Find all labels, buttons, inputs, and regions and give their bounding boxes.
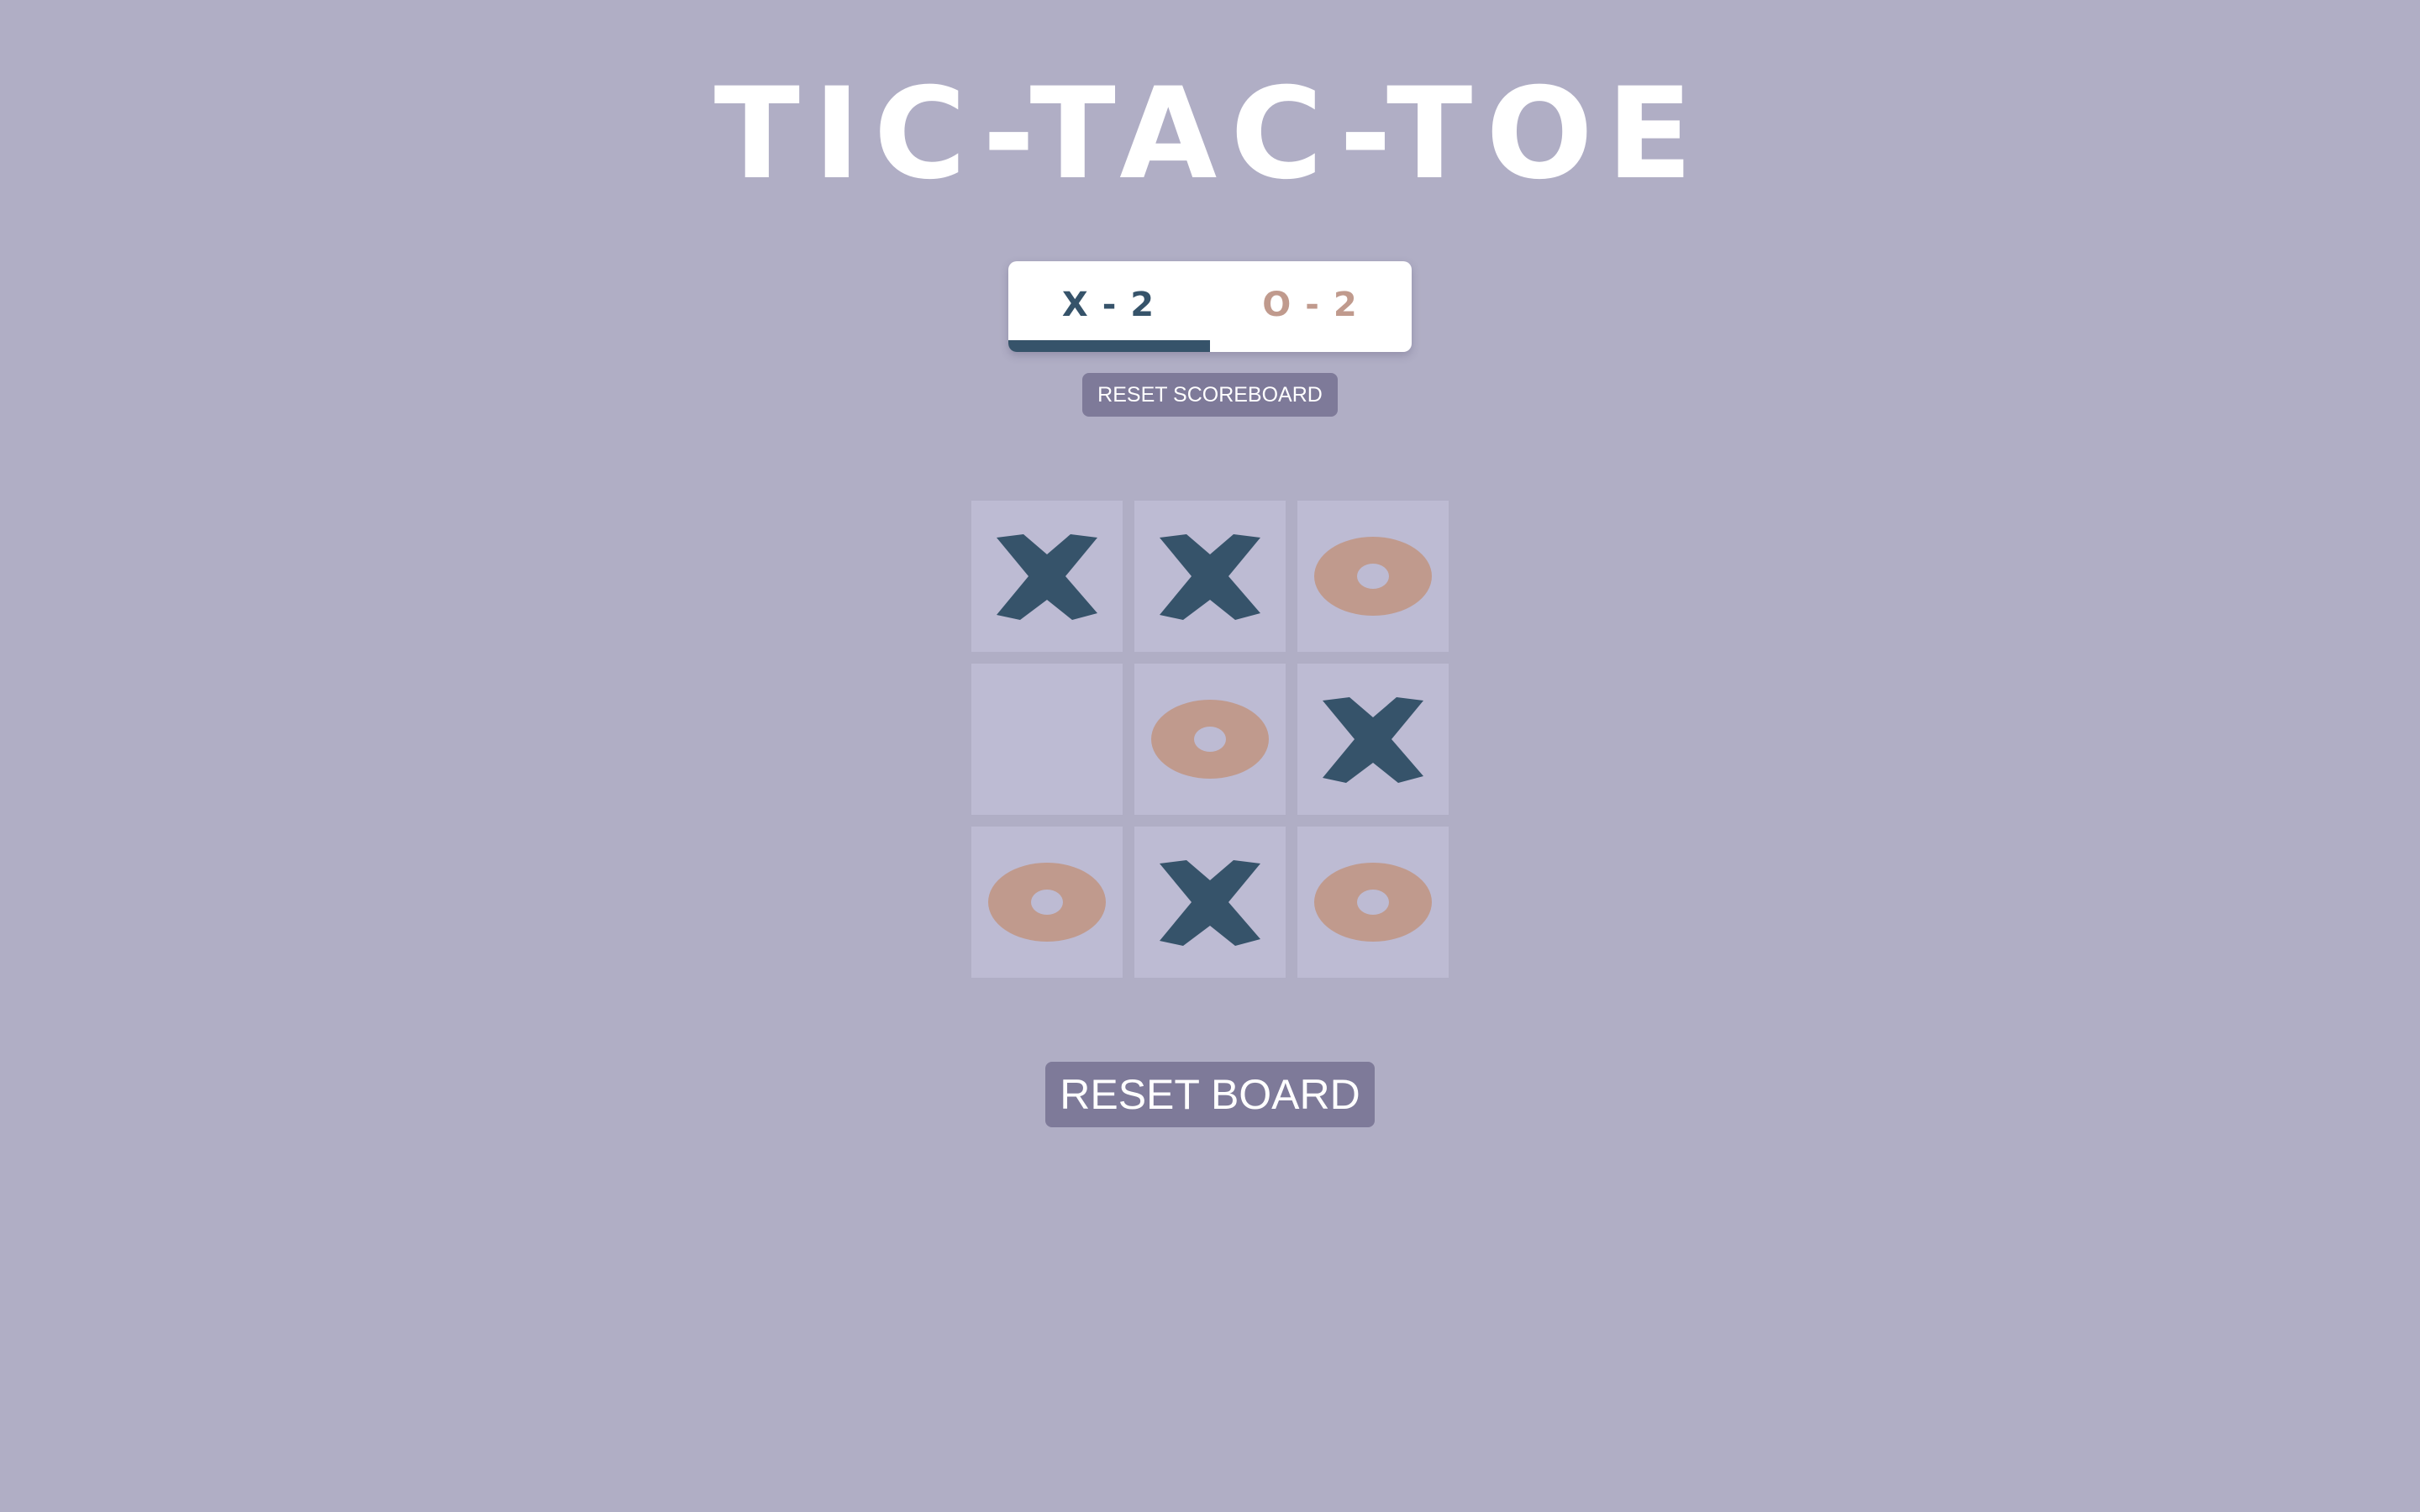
turn-indicator (1008, 340, 1210, 352)
x-mark-icon (1160, 860, 1260, 946)
x-mark-icon (1160, 534, 1260, 620)
score-separator: - (1102, 286, 1119, 324)
board-cell-r1-c3[interactable] (1297, 501, 1449, 652)
player-o-score-value: 2 (1333, 286, 1360, 324)
board-cell-r3-c3[interactable] (1297, 827, 1449, 978)
o-mark-icon (1314, 863, 1432, 942)
turn-track (1008, 340, 1412, 352)
game-board (971, 501, 1449, 978)
board-cell-r2-c1[interactable] (971, 664, 1123, 815)
player-o-mark: O (1262, 286, 1294, 324)
o-mark-icon (1151, 700, 1269, 779)
player-x-score: X-2 (1008, 280, 1210, 330)
board-cell-r2-c2[interactable] (1134, 664, 1286, 815)
board-cell-r1-c1[interactable] (971, 501, 1123, 652)
board-cell-r1-c2[interactable] (1134, 501, 1286, 652)
player-o-score: O-2 (1210, 280, 1412, 330)
reset-scoreboard-button[interactable]: RESET SCOREBOARD (1082, 373, 1338, 417)
reset-board-button[interactable]: RESET BOARD (1045, 1062, 1375, 1127)
board-cell-r2-c3[interactable] (1297, 664, 1449, 815)
scoreboard: X-2 O-2 (1008, 261, 1412, 352)
game-title: TIC-TAC-TOE (713, 61, 1707, 207)
board-cell-r3-c2[interactable] (1134, 827, 1286, 978)
player-x-score-value: 2 (1130, 286, 1157, 324)
player-x-mark: X (1061, 286, 1091, 324)
o-mark-icon (988, 863, 1106, 942)
score-separator: - (1305, 286, 1322, 324)
x-mark-icon (1323, 697, 1423, 783)
board-cell-r3-c1[interactable] (971, 827, 1123, 978)
x-mark-icon (997, 534, 1097, 620)
o-mark-icon (1314, 537, 1432, 616)
